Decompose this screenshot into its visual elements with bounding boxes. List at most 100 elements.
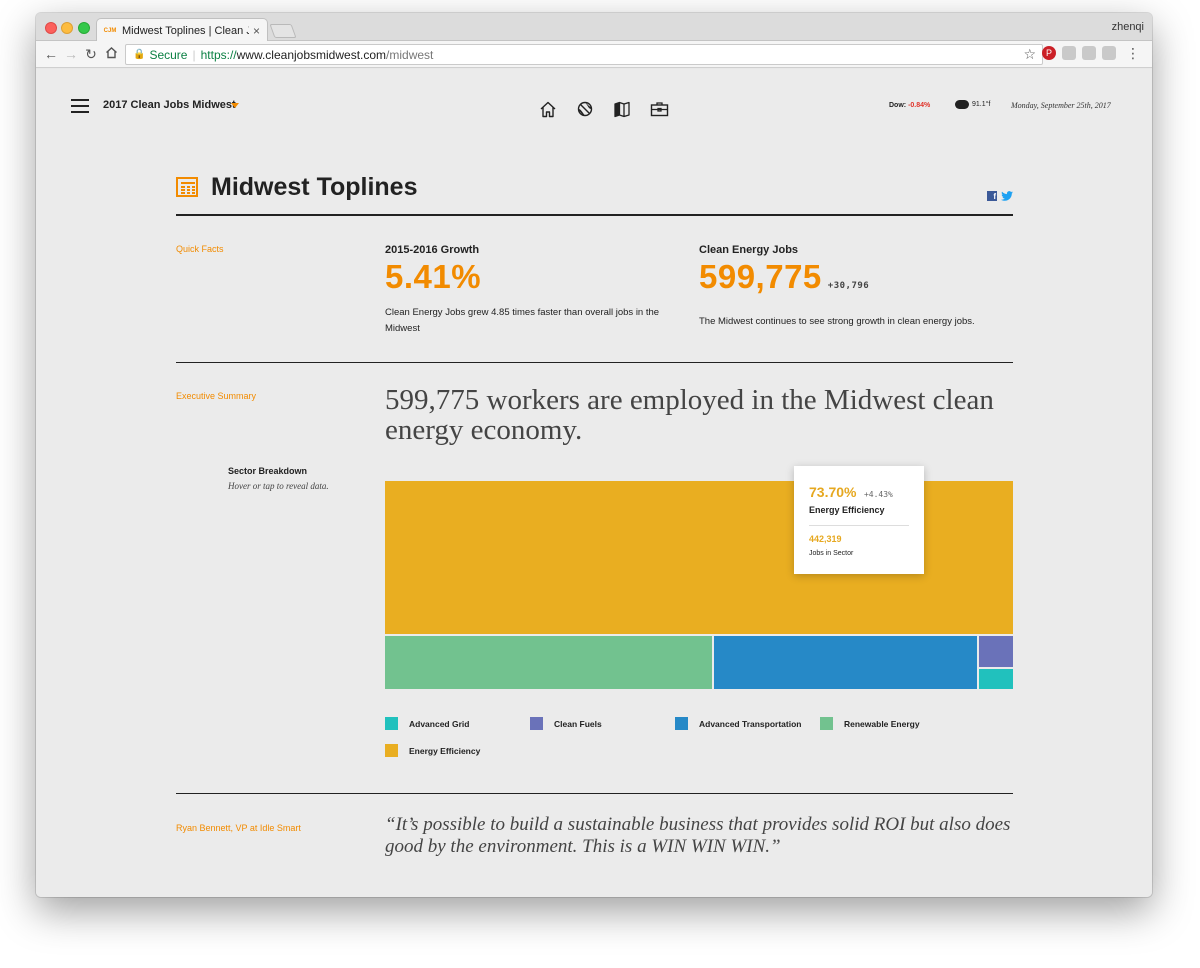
toplines-icon	[176, 177, 198, 197]
legend-swatch	[675, 717, 688, 730]
extension-icon-2[interactable]	[1102, 46, 1116, 60]
twitter-icon[interactable]	[1001, 191, 1013, 201]
url-scheme: https://	[200, 47, 237, 62]
forward-arrow-icon[interactable]: →	[62, 45, 80, 63]
new-tab-button[interactable]	[269, 24, 297, 38]
zoom-window-button[interactable]	[78, 22, 90, 34]
fact-description: The Midwest continues to see strong grow…	[699, 316, 975, 327]
fact-value-number: 5.41%	[385, 258, 482, 295]
minimize-window-button[interactable]	[61, 22, 73, 34]
fact-description: Clean Energy Jobs grew 4.85 times faster…	[385, 307, 660, 334]
fact-delta: +30,796	[827, 281, 870, 291]
tooltip-sector: Energy Efficiency	[809, 505, 885, 515]
briefcase-icon[interactable]	[649, 100, 669, 118]
tab-strip: CJM Midwest Toplines | Clean Jobs × zhen…	[36, 13, 1152, 42]
legend-item: Energy Efficiency	[385, 744, 480, 757]
bookmark-star-icon[interactable]: ☆	[1023, 46, 1036, 63]
legend-swatch	[530, 717, 543, 730]
back-arrow-icon[interactable]: ←	[42, 45, 60, 63]
address-bar[interactable]: 🔒 Secure | https:// www.cleanjobsmidwest…	[125, 44, 1043, 65]
dow-ticker: Dow: -0.84%	[889, 102, 930, 109]
fact-value: 599,775 +30,796	[699, 258, 999, 305]
tooltip-jobs: 442,319	[809, 534, 842, 544]
tooltip-divider	[809, 525, 909, 526]
fact-growth: 2015-2016 Growth 5.41% Clean Energy Jobs…	[385, 244, 685, 337]
url-host: www.cleanjobsmidwest.com	[236, 47, 387, 62]
url-path: /midwest	[386, 47, 434, 62]
current-date: Monday, September 25th, 2017	[1011, 101, 1111, 110]
temperature: 91.1°f	[972, 101, 991, 108]
legend-label: Clean Fuels	[554, 718, 602, 729]
close-window-button[interactable]	[45, 22, 57, 34]
fact-value: 5.41%	[385, 258, 685, 296]
legend-swatch	[385, 744, 398, 757]
map-icon[interactable]	[612, 100, 632, 118]
browser-menu-icon[interactable]: ⋮	[1126, 46, 1140, 60]
home-icon[interactable]	[538, 100, 558, 118]
main-content: Midwest Toplines f Quick Facts 2015-2016…	[176, 169, 1013, 897]
chevron-down-icon[interactable]	[231, 103, 239, 108]
testimonial: Ryan Bennett, VP at Idle Smart “It’s pos…	[176, 794, 1013, 897]
pinterest-extension-icon[interactable]: P	[1042, 46, 1056, 60]
site-favicon-icon: CJM	[103, 27, 117, 34]
tooltip-header: 73.70% +4.43%	[809, 484, 909, 502]
sector-breakdown-hint: Hover or tap to reveal data.	[228, 481, 329, 491]
extension-icon[interactable]	[1082, 46, 1096, 60]
sector-tooltip: 73.70% +4.43% Energy Efficiency 442,319 …	[794, 466, 924, 574]
legend-label: Advanced Grid	[409, 718, 470, 729]
dow-value: -0.84%	[908, 102, 931, 109]
tooltip-jobs-label: Jobs in Sector	[809, 550, 854, 557]
facebook-icon[interactable]: f	[987, 191, 997, 201]
header-nav	[538, 100, 669, 118]
legend-swatch	[820, 717, 833, 730]
profile-name[interactable]: zhenqi	[1112, 21, 1144, 33]
secure-label: Secure	[149, 47, 188, 62]
treemap-cell-clean-fuels[interactable]	[979, 636, 1013, 667]
site-header: 2017 Clean Jobs Midwest Dow: -0.84% 91.1…	[36, 69, 1152, 129]
globe-icon[interactable]	[575, 100, 595, 118]
reload-icon[interactable]: ↻	[82, 45, 100, 63]
cloud-icon	[955, 100, 969, 109]
fact-jobs: Clean Energy Jobs 599,775 +30,796 The Mid…	[699, 244, 999, 330]
drive-extension-icon[interactable]	[1062, 46, 1076, 60]
treemap-cell-advanced-grid[interactable]	[979, 669, 1013, 689]
share-links: f	[987, 191, 1013, 201]
web-page: 2017 Clean Jobs Midwest Dow: -0.84% 91.1…	[36, 69, 1152, 897]
weather-readout: 91.1°f	[955, 100, 990, 109]
site-title-dropdown[interactable]: 2017 Clean Jobs Midwest	[103, 99, 236, 111]
tooltip-delta: +4.43%	[863, 490, 893, 499]
quick-facts: Quick Facts 2015-2016 Growth 5.41% Clean…	[176, 216, 1013, 363]
quote-text: “It’s possible to build a sustainable bu…	[385, 814, 1011, 857]
executive-summary: Executive Summary 599,775 workers are em…	[176, 363, 1013, 794]
legend-swatch	[385, 717, 398, 730]
tab-close-icon[interactable]: ×	[253, 24, 260, 38]
fact-title: 2015-2016 Growth	[385, 244, 480, 256]
fact-value-number: 599,775	[699, 258, 822, 295]
legend-label: Renewable Energy	[844, 718, 920, 729]
treemap-cell-renewable-energy[interactable]	[385, 636, 712, 689]
legend-label: Advanced Transportation	[699, 718, 802, 729]
browser-home-icon[interactable]	[102, 45, 120, 63]
tab-title: Midwest Toplines | Clean Jobs	[122, 24, 249, 37]
legend-label: Energy Efficiency	[409, 745, 481, 756]
fact-title: Clean Energy Jobs	[699, 244, 799, 256]
legend-item: Advanced Grid	[385, 717, 469, 730]
legend-item: Clean Fuels	[530, 717, 602, 730]
url-separator: |	[192, 47, 196, 62]
title-row: Midwest Toplines f	[176, 169, 1013, 216]
hamburger-menu-icon[interactable]	[71, 99, 89, 113]
browser-window: CJM Midwest Toplines | Clean Jobs × zhen…	[36, 13, 1152, 897]
lock-icon: 🔒	[133, 49, 146, 60]
extension-icons: P ⋮	[1042, 46, 1140, 60]
tooltip-percent: 73.70%	[809, 484, 857, 500]
page-title: Midwest Toplines	[211, 173, 418, 201]
legend-item: Renewable Energy	[820, 717, 920, 730]
quote-attribution: Ryan Bennett, VP at Idle Smart	[176, 823, 301, 833]
browser-tab-active[interactable]: CJM Midwest Toplines | Clean Jobs ×	[96, 18, 268, 42]
treemap-cell-advanced-transportation[interactable]	[714, 636, 977, 689]
executive-summary-label: Executive Summary	[176, 391, 257, 401]
browser-toolbar: ← → ↻ 🔒 Secure | https:// www.cleanjobsm…	[36, 41, 1152, 68]
sector-breakdown-title: Sector Breakdown	[228, 466, 308, 476]
legend-item: Advanced Transportation	[675, 717, 802, 730]
quick-facts-label: Quick Facts	[176, 244, 224, 254]
